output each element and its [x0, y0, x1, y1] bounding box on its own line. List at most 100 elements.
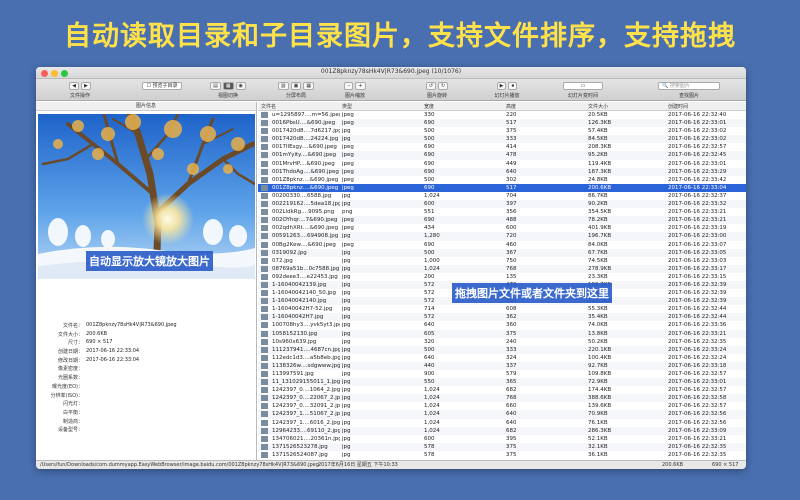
thumbnail-icon — [261, 184, 268, 191]
table-row[interactable]: 092deee3....e22453.jpg jpg 200 135 23.3KB 201… — [258, 273, 746, 281]
table-row[interactable]: 11_131029155011_1.jpg jpg 550 365 72.9KB 2017… — [258, 378, 746, 387]
table-row[interactable]: 00Bg2Kew....&690.jpeg jpeg 690 460 84.0KB 201… — [258, 241, 746, 249]
table-cell: 2017-06-16 22:32:57 — [668, 387, 727, 394]
next-arrow-icon[interactable]: ▶ — [81, 81, 91, 90]
table-row[interactable]: 1242397_0....22067_2.jpg jpg 1,024 768 388.6… — [258, 394, 746, 403]
table-row[interactable]: 0017420d8....7d6217.jpg jpg 500 375 57.4KB 20… — [258, 127, 746, 135]
table-row[interactable]: 100708hy3....yvk5yt3.jpg jpg 640 360 74.0KB 2… — [258, 321, 746, 329]
table-row[interactable]: 1371526523278.jpg jpg 578 375 32.1KB 2017-06-… — [258, 442, 746, 451]
table-cell: 600 — [506, 225, 517, 232]
column-header-name[interactable]: 文件名 — [261, 103, 276, 110]
table-cell: jpg — [342, 451, 351, 458]
table-cell: 001Z8pknz....&690.jpeg — [272, 184, 339, 191]
table-row[interactable]: 1-16040042H7-52.jpg jpg 714 608 55.3KB 2017-0… — [258, 305, 746, 313]
table-cell: jpg — [342, 379, 351, 386]
slide-interval-slider[interactable]: ▭ — [563, 81, 603, 90]
table-row[interactable]: 001ThdoAg....&690.jpeg jpeg 690 640 187.3KB 2… — [258, 167, 746, 176]
table-cell: 600 — [424, 201, 435, 208]
info-key: 像素密度： — [57, 366, 83, 373]
table-cell: 2017-06-16 22:33:03 — [668, 257, 727, 264]
thumbnail-icon — [261, 176, 268, 183]
toolbar-file-ops: ◀ ▶ 文件操作 — [50, 81, 110, 99]
table-cell: jpg — [342, 411, 351, 418]
table-row[interactable]: 00591263....694908.jpg jpg 1,280 720 196.7KB… — [258, 232, 746, 241]
table-cell: jpg — [342, 322, 351, 329]
zoom-in-icon[interactable]: + — [355, 81, 366, 90]
prev-arrow-icon[interactable]: ◀ — [69, 81, 79, 90]
zoom-out-icon[interactable]: – — [344, 81, 354, 90]
table-row[interactable]: 112edc1d3....a5b8eb.jpg jpg 640 324 100.4KB 2… — [258, 354, 746, 362]
table-row[interactable]: 0016PbsU....&690.jpeg jpeg 690 517 126.3KB 20… — [258, 119, 746, 128]
column-header-width[interactable]: 宽度 — [424, 103, 434, 110]
grid-view-icon[interactable]: ▦ — [222, 81, 234, 90]
table-row[interactable]: 134706021....20361n.jpg jpg 600 395 52.1KB 20… — [258, 435, 746, 443]
table-row[interactable]: 1138326w....sdgwww.jpg jpg 440 337 92.7KB 201… — [258, 361, 746, 370]
table-cell: 449 — [506, 160, 517, 167]
toolbar-split-layout: ▥ ▣ ▦ 分屏布局 — [270, 81, 322, 99]
table-row[interactable]: 0017IlEsgy....&690.jpeg jpeg 690 414 208.3KB… — [258, 143, 746, 151]
split-box-icon[interactable]: ▣ — [290, 81, 302, 90]
eye-icon[interactable]: ◉ — [235, 81, 246, 90]
table-row[interactable]: 0017420d8....24224.jpg jpg 500 333 84.5KB 201… — [258, 135, 746, 144]
table-row[interactable]: 00200330....6588.jpg jpg 1,024 704 86.7KB 201… — [258, 192, 746, 200]
split-grid-icon[interactable]: ▦ — [303, 81, 315, 90]
toolbar-rotate: ↺ ↻ 图片旋转 — [414, 81, 460, 99]
thumbnail-icon — [261, 201, 268, 208]
table-row[interactable]: 1242397_1....51067_2.jpg jpg 1,024 640 70.9K… — [258, 410, 746, 419]
image-preview[interactable]: 自动显示放大镜放大图片 — [38, 114, 255, 279]
table-row[interactable]: 1242397_1....6016_2.jpg jpg 1,024 640 76.1KB… — [258, 419, 746, 427]
table-row[interactable]: 002qdhXRt....&690.jpeg jpeg 434 600 401.9KB 2… — [258, 224, 746, 232]
thumbnail-icon — [261, 225, 268, 232]
table-cell: jpeg — [342, 168, 354, 175]
table-cell: 2017-06-16 22:32:58 — [668, 395, 727, 402]
table-row[interactable]: 1371526524087.jpg jpg 578 375 36.1KB 2017-06-… — [258, 451, 746, 459]
table-row[interactable]: 001Z8pknz....&690.jpeg jpeg 500 302 24.8KB 20… — [258, 176, 746, 184]
thumbnail-icon — [261, 144, 268, 151]
table-row[interactable]: 113997591.jpg jpg 900 579 109.8KB 2017-06-16 … — [258, 370, 746, 378]
table-row[interactable]: 001Z8pknz....&690.jpeg jpeg 690 517 200.6KB 2… — [258, 183, 746, 192]
table-row[interactable]: 072.jpg jpg 1,000 750 74.5KB 2017-06-16 22:33… — [258, 257, 746, 265]
thumbnail-icon — [261, 443, 268, 450]
column-header-size[interactable]: 文件大小 — [588, 103, 608, 110]
table-row[interactable]: 002219162....5dea18.jpg jpg 600 397 90.2KB 20… — [258, 200, 746, 209]
table-cell: 55.3KB — [588, 306, 608, 313]
list-view-icon[interactable]: ▤ — [210, 81, 221, 90]
rotate-right-icon[interactable]: ↻ — [438, 81, 449, 90]
table-row[interactable]: 001mYyity....&690.jpeg jpeg 690 478 95.2KB 20… — [258, 151, 746, 160]
table-row[interactable]: 001MrvHP....&690.jpeg jpeg 690 449 119.4KB 20… — [258, 160, 746, 168]
column-header-height[interactable]: 高度 — [506, 103, 516, 110]
table-row[interactable]: 1058152130.jpg jpg 605 375 13.8KB 2017-06-16 … — [258, 329, 746, 338]
rotate-left-icon[interactable]: ↺ — [425, 81, 436, 90]
table-row[interactable]: 12964233....69110_2.jpg jpg 1,024 682 286.3K… — [258, 426, 746, 435]
table-cell: jpg — [342, 387, 351, 394]
table-row[interactable]: 111237941....4687cn.jpg jpg 500 333 220.1KB 2… — [258, 345, 746, 354]
preview-subdir-checkbox[interactable]: ☐ 预览子目录 — [142, 81, 182, 90]
table-cell: 0017IlEsgy....&690.jpeg — [272, 144, 337, 151]
table-row[interactable]: 1242397_0....1064_2.jpg jpg 1,024 682 174.4K… — [258, 386, 746, 394]
split-horizontal-icon[interactable]: ▥ — [277, 81, 289, 90]
table-row[interactable]: u=1295897....m=56.jpeg jpeg 330 220 20.5KB 20… — [258, 111, 746, 119]
table-row[interactable]: 1242397_0....32091_2.jpg jpg 1,024 660 139.6… — [258, 402, 746, 410]
table-cell: 1,024 — [424, 427, 440, 434]
drop-hint-overlay-label: 拖拽图片文件或者文件夹到这里 — [452, 283, 612, 303]
table-row[interactable]: 1-16040042H7.jpg jpg 572 362 35.4KB 2017-06-1… — [258, 313, 746, 322]
table-cell: 08769a51b...0c7588.jpg — [272, 265, 340, 272]
table-cell: 401.9KB — [588, 225, 612, 232]
stop-icon[interactable]: ⏹ — [508, 81, 518, 90]
table-cell: 001MrvHP....&690.jpeg — [272, 160, 335, 167]
table-row[interactable]: 0319092.jpg jpg 500 367 67.7KB 2017-06-16 22:… — [258, 248, 746, 257]
table-cell: jpg — [342, 427, 351, 434]
column-header-created[interactable]: 创建时间 — [668, 103, 688, 110]
table-row[interactable]: 002OYhqr....7&690.jpeg jpeg 690 488 78.2KB 20… — [258, 216, 746, 225]
table-row[interactable]: 002LldkRg....9095.png png 551 356 354.5KB 201… — [258, 208, 746, 216]
table-row[interactable]: 08769a51b...0c7588.jpg jpg 1,024 768 278.9KB… — [258, 264, 746, 273]
table-row[interactable]: 10s960x639.jpg jpg 320 240 50.2KB 2017-06-16 … — [258, 338, 746, 346]
thumbnail-icon — [261, 290, 268, 297]
column-header-type[interactable]: 类型 — [342, 103, 352, 110]
table-cell: u=1295897....m=56.jpeg — [272, 112, 340, 118]
search-input[interactable]: 🔍 搜索图片 — [658, 81, 720, 90]
toolbar-label: 分屏布局 — [285, 93, 306, 99]
table-cell: 0016PbsU....&690.jpeg — [272, 120, 336, 127]
play-icon[interactable]: ▶ — [496, 81, 507, 90]
info-row: 像素密度： — [36, 365, 257, 374]
